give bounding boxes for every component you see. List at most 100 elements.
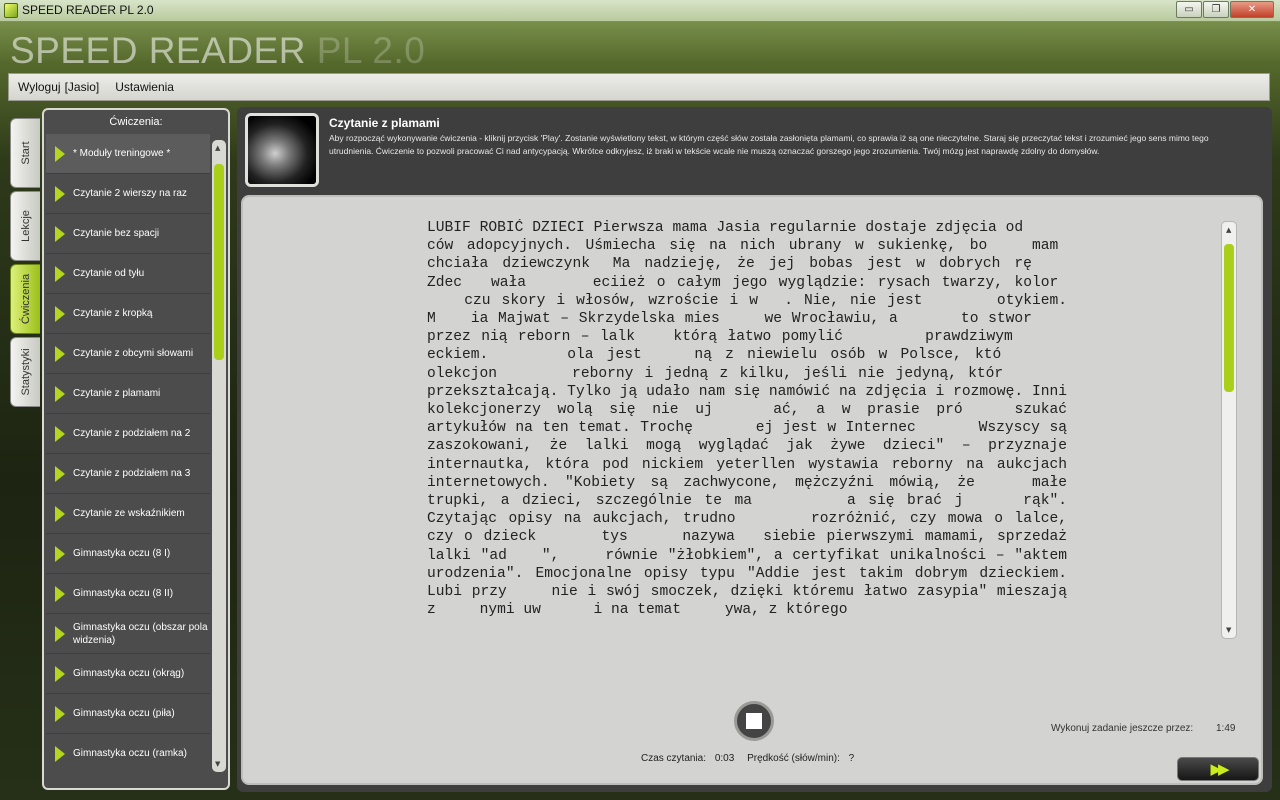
- exercise-item-label: Gimnastyka oczu (8 I): [73, 548, 171, 559]
- tab-statistics-label: Statystyki: [19, 348, 32, 396]
- reading-area: LUBIF ROBIĆ DZIECI Pierwsza mama Jasia r…: [241, 195, 1263, 785]
- minimize-button[interactable]: ▭: [1176, 1, 1202, 18]
- app-icon: [4, 3, 18, 18]
- play-arrow-icon: [55, 465, 65, 482]
- exercise-item-label: Gimnastyka oczu (okrąg): [73, 668, 185, 679]
- scroll-up-icon[interactable]: ▲: [215, 144, 220, 152]
- exercise-item-label: Czytanie z podziałem na 2: [73, 428, 191, 439]
- exercise-list-item[interactable]: Gimnastyka oczu (obszar pola widzenia): [46, 614, 210, 654]
- exercise-list-item[interactable]: Czytanie od tyłu: [46, 254, 210, 294]
- speed-label: Prędkość (słów/min):: [747, 753, 840, 764]
- play-arrow-icon: [55, 225, 65, 242]
- play-arrow-icon: [55, 505, 65, 522]
- play-arrow-icon: [55, 145, 65, 162]
- logout-label: Wyloguj: [18, 80, 61, 94]
- exercise-list-item[interactable]: Gimnastyka oczu (8 I): [46, 534, 210, 574]
- play-arrow-icon: [55, 265, 65, 282]
- reading-time-value: 0:03: [714, 753, 735, 764]
- exercise-item-label: * Moduły treningowe *: [73, 148, 171, 159]
- sidebar-scroll-thumb[interactable]: [214, 164, 224, 360]
- exercise-list-item[interactable]: Czytanie ze wskaźnikiem: [46, 494, 210, 534]
- user-label: [Jasio]: [64, 80, 100, 94]
- exercise-list-item[interactable]: Czytanie bez spacji: [46, 214, 210, 254]
- exercise-item-label: Gimnastyka oczu (piła): [73, 708, 175, 719]
- logout-menu-item[interactable]: Wyloguj [Jasio]: [18, 80, 99, 94]
- play-arrow-icon: [55, 705, 65, 722]
- brand-main: SPEED READER: [10, 30, 317, 71]
- exercise-list-item[interactable]: Gimnastyka oczu (ramka): [46, 734, 210, 770]
- exercise-list-item[interactable]: Czytanie 2 wierszy na raz: [46, 174, 210, 214]
- scroll-down-icon[interactable]: ▼: [215, 760, 220, 768]
- exercise-sidebar: Ćwiczenia: * Moduły treningowe * Czytanie…: [42, 108, 230, 790]
- exercise-list-item[interactable]: Gimnastyka oczu (piła): [46, 694, 210, 734]
- exercise-item-label: Czytanie ze wskaźnikiem: [73, 508, 185, 519]
- sidebar-scrollbar[interactable]: ▲ ▼: [212, 140, 226, 772]
- text-scroll-thumb[interactable]: [1224, 244, 1234, 392]
- play-arrow-icon: [55, 625, 65, 642]
- exercise-item-label: Czytanie od tyłu: [73, 268, 145, 279]
- remaining-time-label: Wykonuj zadanie jeszcze przez:: [1051, 723, 1194, 734]
- next-button[interactable]: ▶▶: [1177, 757, 1259, 781]
- play-arrow-icon: [55, 545, 65, 562]
- remaining-time-value: 1:49: [1216, 723, 1236, 734]
- window-controls: ▭ ❐ ✕: [1175, 1, 1274, 18]
- maximize-button[interactable]: ❐: [1203, 1, 1229, 18]
- sidebar-header: Ćwiczenia:: [109, 116, 163, 128]
- speed-value: ?: [848, 753, 855, 764]
- exercise-item-label: Czytanie 2 wierszy na raz: [73, 188, 187, 199]
- exercise-list-item[interactable]: Czytanie z podziałem na 2: [46, 414, 210, 454]
- exercise-item-label: Czytanie bez spacji: [73, 228, 160, 239]
- tab-start-label: Start: [19, 141, 32, 165]
- exercise-list-item[interactable]: Czytanie z kropką: [46, 294, 210, 334]
- exercise-list-item[interactable]: Gimnastyka oczu (okrąg): [46, 654, 210, 694]
- tab-start[interactable]: Start: [10, 118, 40, 188]
- window-title: SPEED READER PL 2.0: [22, 3, 154, 17]
- exercise-title: Czytanie z plamami: [329, 116, 440, 130]
- play-arrow-icon: [55, 585, 65, 602]
- exercise-list: * Moduły treningowe * Czytanie 2 wierszy …: [46, 134, 210, 770]
- exercise-item-label: Gimnastyka oczu (obszar pola widzenia): [73, 621, 208, 646]
- play-arrow-icon: [55, 345, 65, 362]
- reading-stats: Czas czytania: 0:03 Prędkość (słów/min):…: [641, 753, 860, 764]
- window-titlebar: SPEED READER PL 2.0 ▭ ❐ ✕: [0, 0, 1280, 22]
- exercise-image: [248, 116, 316, 184]
- play-arrow-icon: [55, 185, 65, 202]
- brand-version: PL 2.0: [316, 30, 426, 71]
- exercise-item-label: Czytanie z obcymi słowami: [73, 348, 194, 359]
- vertical-tabs: Start Lekcje Ćwiczenia Statystyki: [10, 118, 42, 410]
- app-brand: SPEED READER PL 2.0: [10, 30, 425, 72]
- text-scrollbar[interactable]: ▲ ▼: [1221, 221, 1237, 639]
- exercise-list-item[interactable]: Czytanie z plamami: [46, 374, 210, 414]
- exercise-item-label: Czytanie z podziałem na 3: [73, 468, 191, 479]
- exercise-list-item[interactable]: * Moduły treningowe *: [46, 134, 210, 174]
- text-scroll-up-icon[interactable]: ▲: [1226, 226, 1231, 234]
- menu-bar: Wyloguj [Jasio] Ustawienia: [8, 73, 1270, 101]
- tab-exercises-label: Ćwiczenia: [19, 273, 32, 325]
- exercise-list-item[interactable]: Czytanie z obcymi słowami: [46, 334, 210, 374]
- reading-time-label: Czas czytania:: [641, 753, 707, 764]
- tab-lessons[interactable]: Lekcje: [10, 191, 40, 261]
- main-panel: Czytanie z plamami Aby rozpocząć wykonyw…: [237, 107, 1272, 792]
- exercise-item-label: Czytanie z kropką: [73, 308, 153, 319]
- tab-lessons-label: Lekcje: [19, 210, 32, 242]
- close-button[interactable]: ✕: [1230, 1, 1274, 18]
- exercise-thumbnail: [245, 113, 319, 187]
- play-arrow-icon: [55, 425, 65, 442]
- tab-exercises[interactable]: Ćwiczenia: [10, 264, 40, 334]
- play-arrow-icon: [55, 745, 65, 762]
- text-scroll-down-icon[interactable]: ▼: [1226, 626, 1231, 634]
- exercise-description: Aby rozpocząć wykonywanie ćwiczenia - kl…: [329, 133, 1209, 156]
- exercise-list-item[interactable]: Gimnastyka oczu (8 II): [46, 574, 210, 614]
- play-arrow-icon: [55, 305, 65, 322]
- exercise-item-label: Gimnastyka oczu (8 II): [73, 588, 174, 599]
- reading-text: LUBIF ROBIĆ DZIECI Pierwsza mama Jasia r…: [427, 220, 1067, 619]
- play-arrow-icon: [55, 665, 65, 682]
- exercise-list-item[interactable]: Czytanie z podziałem na 3: [46, 454, 210, 494]
- exercise-item-label: Gimnastyka oczu (ramka): [73, 748, 187, 759]
- stop-icon: [746, 713, 762, 729]
- stop-button[interactable]: [734, 701, 774, 741]
- play-arrow-icon: [55, 385, 65, 402]
- exercise-item-label: Czytanie z plamami: [73, 388, 161, 399]
- tab-statistics[interactable]: Statystyki: [10, 337, 40, 407]
- settings-menu-item[interactable]: Ustawienia: [115, 80, 174, 94]
